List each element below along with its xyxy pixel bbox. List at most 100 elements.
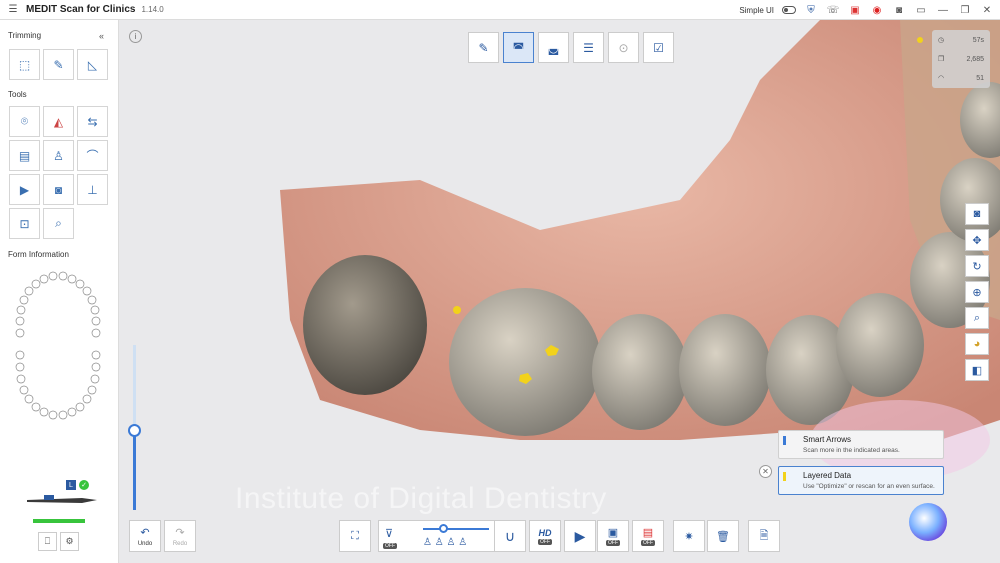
layered-data-card[interactable]: Layered Data Use "Optimize" or rescan fo… [778,466,944,495]
mandible-icon: ◛ [547,40,560,55]
pencil-icon: ✎ [478,40,489,55]
arch-view-button[interactable]: ∪ [494,520,526,552]
settings-button[interactable]: ⚙ [60,532,79,551]
tooth-icon: ♙ [53,148,64,163]
scan-mode-icon: ⛶ [351,529,359,542]
close-card-icon[interactable]: ✕ [759,465,772,478]
arch-icon: ∪ [504,527,516,544]
close-icon[interactable]: ✕ [980,5,994,16]
scan-stats-panel: ◷ 57s ❐ 2,685 ◠ 51 [932,30,990,88]
scan-tool[interactable]: ⊡ [9,208,40,239]
delete-button[interactable]: 🗑 [707,520,739,552]
checklist-icon: ☑ [653,40,664,55]
watermark-text: Institute of Digital Dentistry [235,482,607,515]
record-icon[interactable]: ◉ [870,5,884,16]
connected-check-icon: ✓ [79,480,89,490]
trim-select-tool[interactable]: ⬚ [9,49,40,80]
brush-icon: ✎ [53,57,64,72]
filter-depth-group[interactable]: ⊽ OFF ♙ ♙ ♙ ♙ [378,520,498,552]
stage-mandible-button[interactable]: ◛ [538,32,569,63]
window-icon[interactable]: ▭ [914,5,928,16]
layered-data-title: Layered Data [803,471,852,480]
scan-mode-button[interactable]: ⛶ [339,520,371,552]
collapse-sidebar-icon[interactable]: « [99,31,104,41]
arch-icon: ⌒ [86,149,99,163]
smart-arrows-marker [783,436,786,445]
simple-ui-label: Simple UI [739,5,774,15]
stage-complete-button[interactable]: ☑ [643,32,674,63]
ai-assistant-orb[interactable] [909,503,947,541]
clean-icon: ✷ [684,530,694,543]
capture-tool[interactable]: ◙ [43,174,74,205]
clock-icon: ◷ [938,37,945,44]
filter-icon: ⊽ [385,528,394,540]
select-area-icon: ⬚ [18,57,31,72]
minimize-icon[interactable]: — [936,5,950,16]
scan-time: 57s [972,36,984,44]
document-check-icon: 🗎 [759,529,769,542]
hd-scan-button[interactable]: HD OFF [529,520,561,552]
search-tool[interactable]: ⌕ [43,208,74,239]
texture-button[interactable]: ◧ [965,359,989,381]
alignment-tool[interactable]: ⇆ [77,106,108,137]
view-camera-button[interactable]: ◙ [965,203,989,225]
zoom-button[interactable]: ⌕ [965,307,989,329]
trim-lasso-tool[interactable]: ◺ [77,49,108,80]
zoom-fit-button[interactable]: ⊕ [965,281,989,303]
arch-tool[interactable]: ⌒ [77,140,108,171]
rotate-icon: ↻ [972,260,982,273]
pan-button[interactable]: ✥ [965,229,989,251]
smart-arrows-card[interactable]: Smart Arrows Scan more in the indicated … [778,430,944,459]
gear-icon: ⚙ [65,536,74,546]
undo-button[interactable]: ↶ Undo [129,520,161,552]
play-scan-button[interactable]: ▶ [564,520,596,552]
scan-depth-slider-fill [133,430,136,510]
record-video-icon[interactable]: ▣ [848,5,862,16]
ai-clean-button[interactable]: ✷ [673,520,705,552]
title-bar: ☰ MEDIT Scan for Clinics 1.14.0 Simple U… [0,0,1000,20]
camera-icon: ◙ [973,208,981,220]
smart-arrows-button[interactable]: ▣ OFF [597,520,629,552]
play-tool[interactable]: ▶ [9,174,40,205]
depth-slider[interactable] [423,528,489,530]
stage-occlusion-button[interactable]: ☰ [573,32,604,63]
shield-icon[interactable]: ⛨ [804,5,818,16]
color-map-button[interactable]: ◕ [965,333,989,355]
info-button[interactable]: i [129,30,142,43]
export-button[interactable]: 🗎 [748,520,780,552]
color-tool[interactable]: ◭ [43,106,74,137]
stage-edit-button[interactable]: ✎ [468,32,499,63]
app-title: MEDIT Scan for Clinics [26,4,136,15]
stage-analysis-button[interactable]: ⊙ [608,32,639,63]
cube-icon: ◧ [971,364,983,377]
play-icon: ▶ [19,182,30,197]
redo-button[interactable]: ↷ Redo [164,520,196,552]
tooth-chart[interactable] [10,270,108,426]
camera-icon[interactable]: ◙ [892,5,906,16]
scanner-settings-button[interactable]: ⎕ [38,532,57,551]
lock-tool[interactable]: ⌾ [9,106,40,137]
lasso-icon: ◺ [87,57,98,72]
maxilla-icon: ◚ [512,40,525,55]
alignment-icon: ⇆ [87,114,98,129]
trimming-title: Trimming [8,31,42,40]
form-info-title: Form Information [8,250,69,259]
maximize-icon[interactable]: ❐ [958,5,972,16]
simple-ui-toggle[interactable] [782,6,796,14]
search-teeth-icon: ⌕ [55,216,62,230]
menu-icon[interactable]: ☰ [6,4,20,15]
smart-arrows-subtitle: Scan more in the indicated areas. [803,447,900,454]
support-icon[interactable]: ☏ [826,5,840,16]
scanner-icon [27,495,97,503]
measure-tool[interactable]: ⊥ [77,174,108,205]
compare-tool[interactable]: ▤ [9,140,40,171]
rotate-button[interactable]: ↻ [965,255,989,277]
scanner-device-icon: ⎕ [44,536,51,546]
trim-brush-tool[interactable]: ✎ [43,49,74,80]
layered-data-button[interactable]: ▤ OFF [632,520,664,552]
layered-data-icon: ▤ [642,527,654,539]
scan-depth-slider-knob[interactable] [128,424,141,437]
stage-maxilla-button[interactable]: ◚ [503,32,534,63]
depth-slider-knob[interactable] [439,524,448,533]
tooth-tool[interactable]: ♙ [43,140,74,171]
